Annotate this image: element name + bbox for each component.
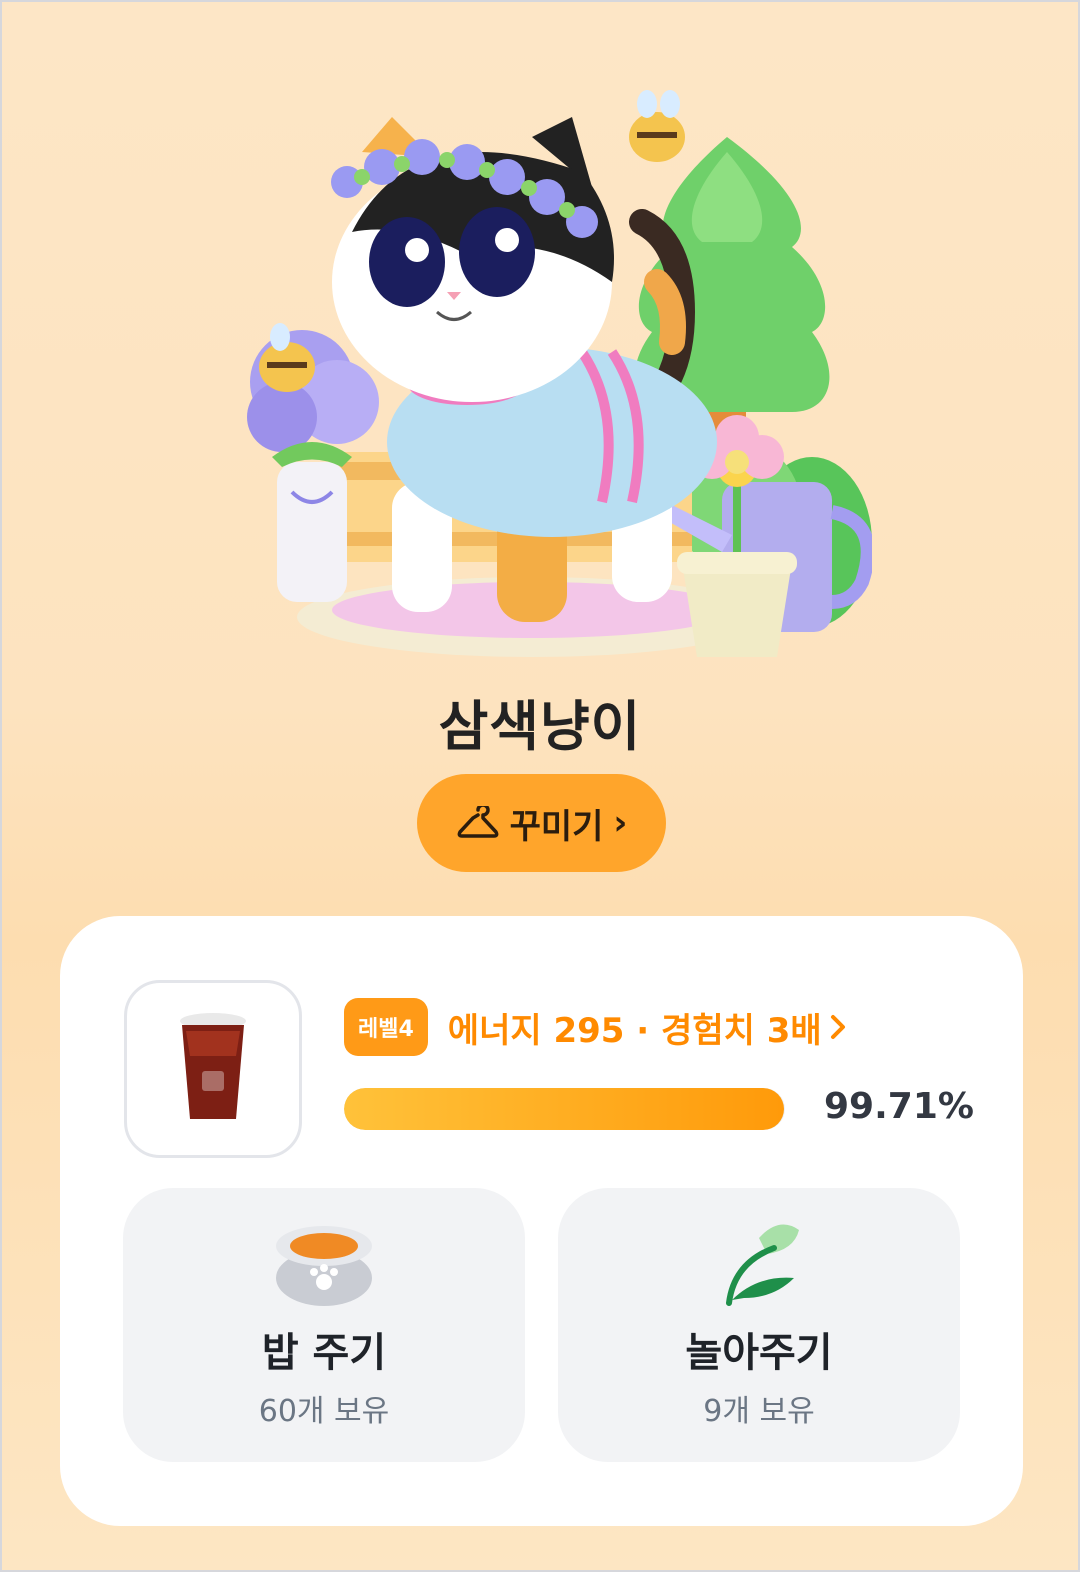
- iced-tea-cup-icon: [180, 1013, 246, 1119]
- play-button[interactable]: 놀아주기 9개 보유: [558, 1188, 960, 1462]
- chevron-right-icon: [830, 1015, 845, 1039]
- item-thumbnail[interactable]: [124, 980, 302, 1158]
- level-badge: 레벨4: [344, 998, 428, 1056]
- app-screen: 삼색냥이 꾸미기 › 레벨4 에너지 295 · 경험치 3배 99.71% 밥…: [0, 0, 1080, 1572]
- energy-text: 에너지 295 · 경험치 3배: [447, 1010, 822, 1051]
- feed-title: 밥 주기: [261, 1330, 387, 1376]
- decorate-button[interactable]: 꾸미기 ›: [417, 774, 666, 872]
- pet-illustration: [247, 90, 872, 657]
- food-bowl-icon: [276, 1226, 372, 1306]
- experience-progress-bar: [344, 1088, 785, 1130]
- leaf-toy-icon: [726, 1224, 799, 1306]
- hanger-icon: [457, 806, 498, 838]
- progress-fill: [344, 1088, 784, 1130]
- pet-name: 삼색냥이: [438, 695, 642, 758]
- decorate-label: 꾸미기: [509, 806, 604, 847]
- chevron-right-icon: ›: [613, 803, 628, 843]
- play-title: 놀아주기: [685, 1330, 833, 1376]
- pet-status-card: 레벨4 에너지 295 · 경험치 3배 99.71% 밥 주기 60개 보유: [60, 916, 1023, 1526]
- feed-button[interactable]: 밥 주기 60개 보유: [123, 1188, 525, 1462]
- play-count: 9개 보유: [703, 1394, 815, 1429]
- energy-experience-link[interactable]: 에너지 295 · 경험치 3배: [448, 1003, 848, 1052]
- bee-icon: [629, 90, 685, 162]
- feed-count: 60개 보유: [258, 1394, 390, 1429]
- level-row: 레벨4 에너지 295 · 경험치 3배: [344, 998, 848, 1056]
- progress-percent: 99.71%: [824, 1086, 974, 1127]
